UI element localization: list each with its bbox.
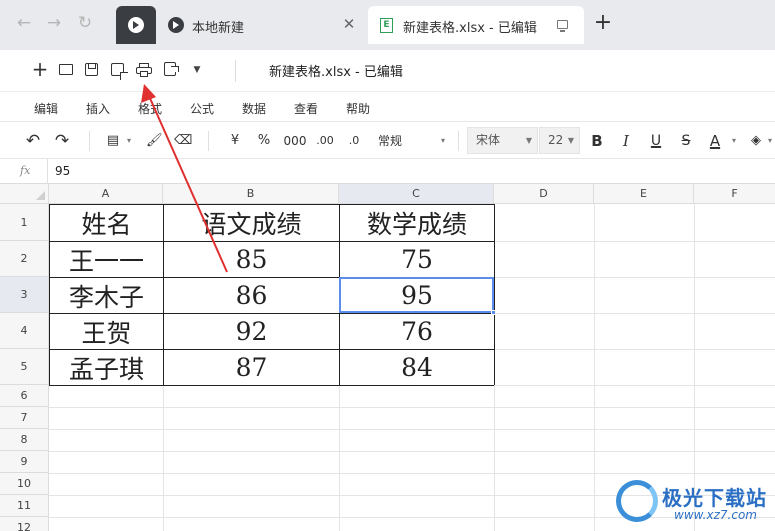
annotation-arrow [141, 84, 228, 273]
watermark-url: www.xz7.com [674, 508, 757, 522]
app-window: ← → ↻ 本地新建 ✕ E 新建表格.xlsx - 已编辑 + + ▼ 新建表… [0, 0, 775, 531]
watermark-title: 极光下载站 [662, 486, 767, 510]
watermark-logo-icon [616, 480, 658, 522]
watermark: 极光下载站 www.xz7.com [612, 478, 772, 528]
